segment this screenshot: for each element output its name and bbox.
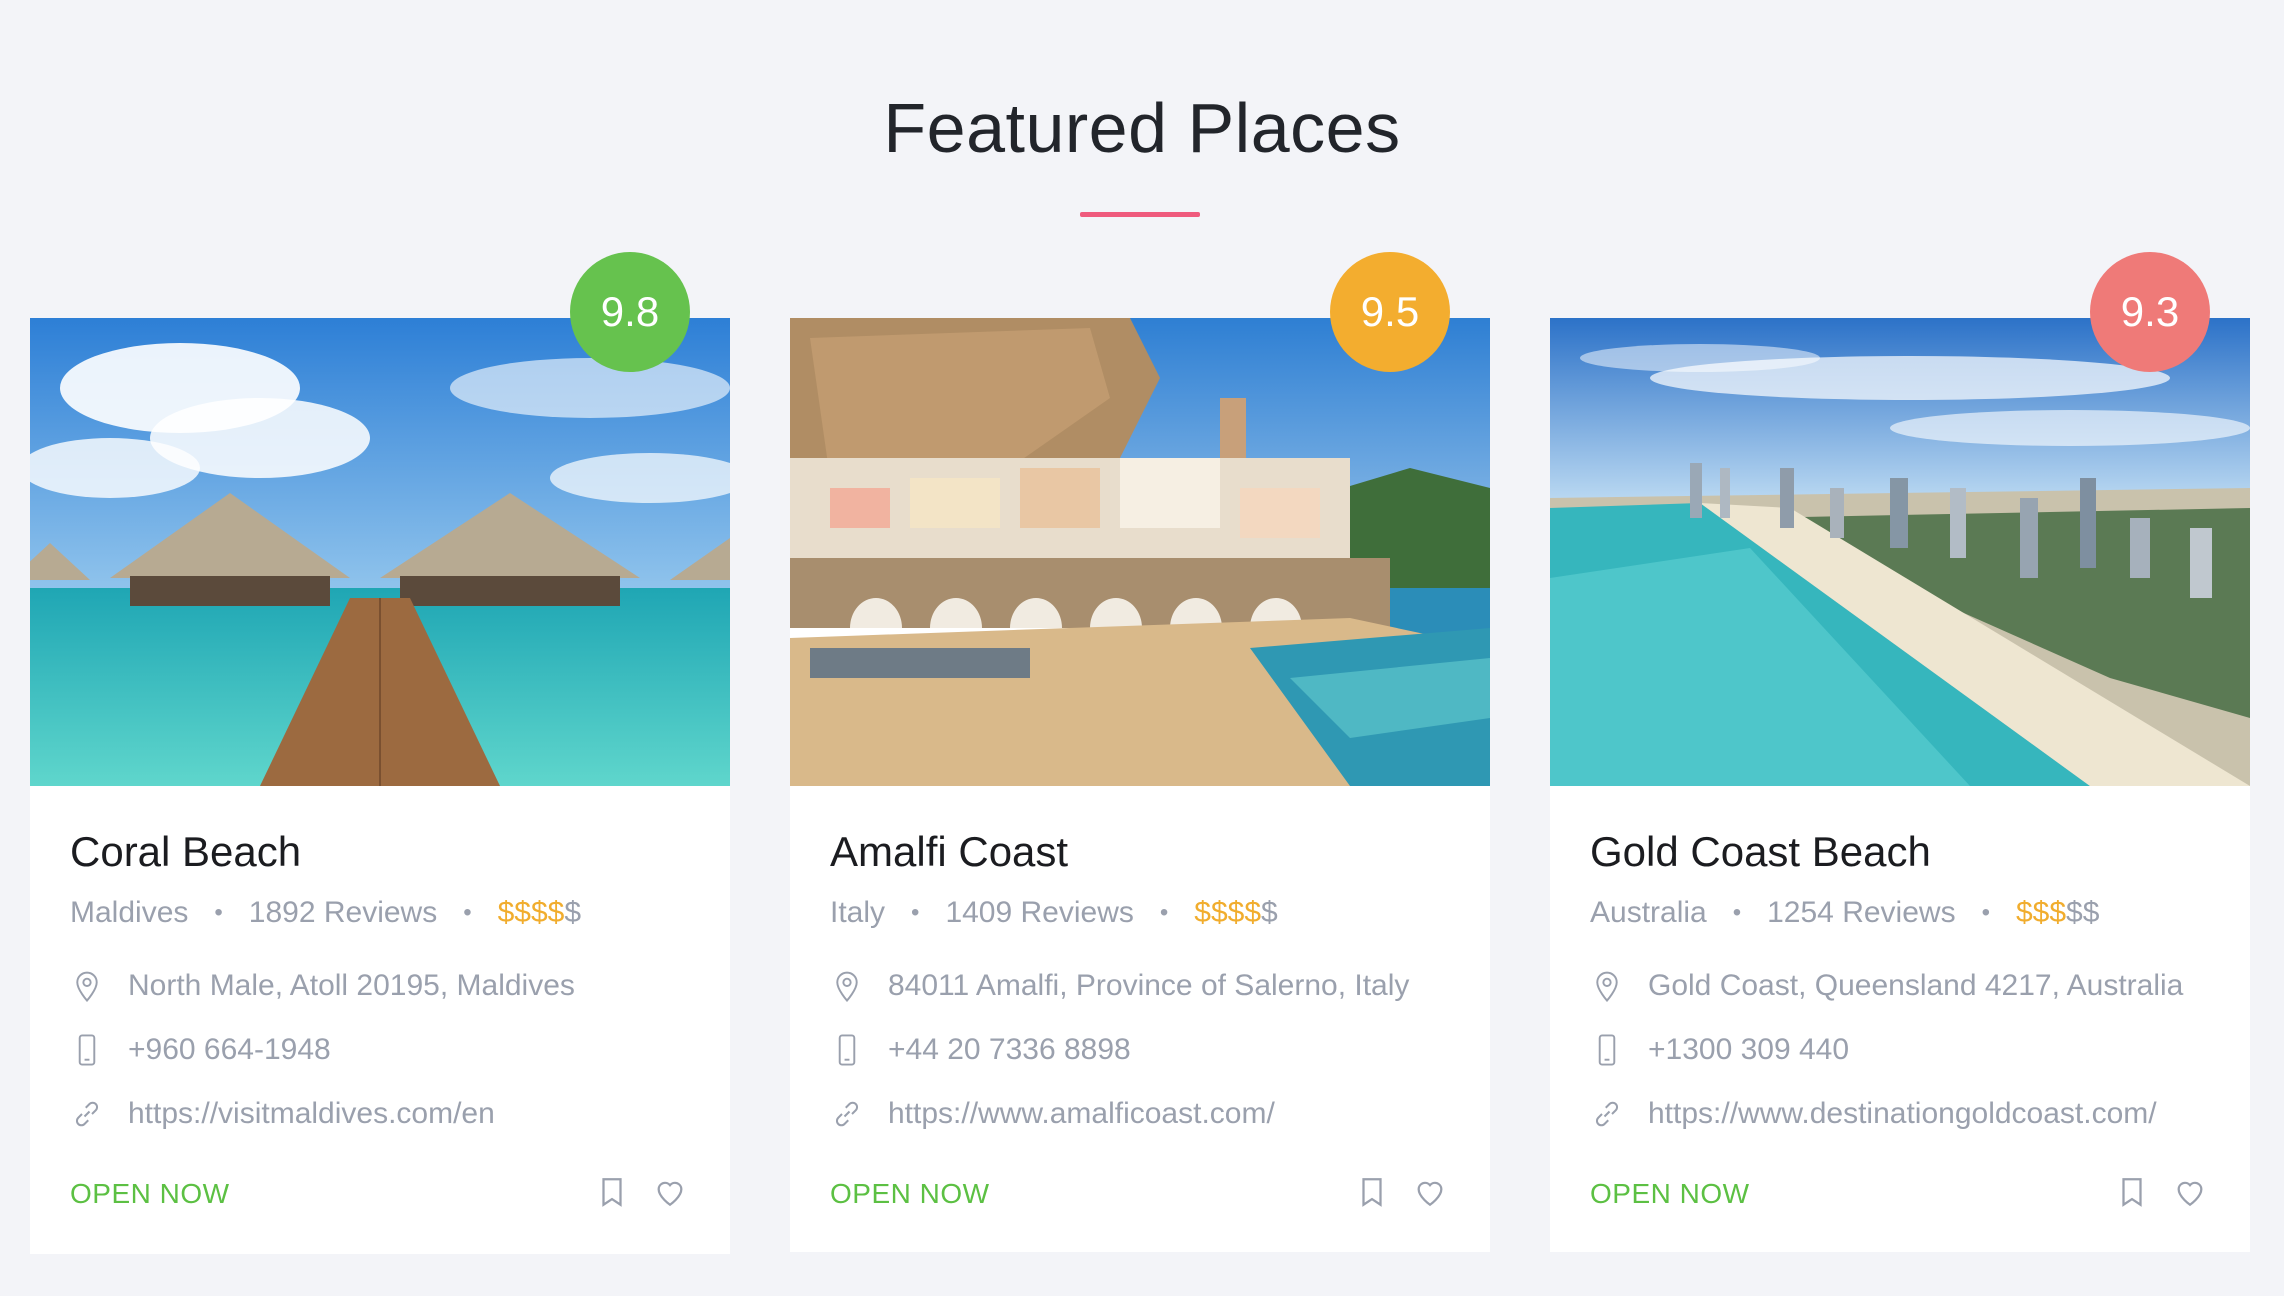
phone-row: +960 664-1948 — [70, 1032, 331, 1068]
meta-separator: • — [1981, 899, 1990, 926]
card-body: Gold Coast Beach Australia • 1254 Review… — [1590, 786, 2210, 1252]
place-name[interactable]: Amalfi Coast — [830, 828, 1068, 876]
place-reviews[interactable]: 1254 Reviews — [1767, 896, 1955, 930]
favorite-button[interactable] — [2170, 1172, 2210, 1212]
place-country: Italy — [830, 896, 886, 929]
beach-overwater-bungalows-image — [30, 318, 730, 786]
price-active: $$$$ — [497, 896, 565, 929]
meta-separator: • — [1732, 899, 1742, 926]
open-status: OPEN NOW — [70, 1178, 230, 1209]
phone-row: +1300 309 440 — [1590, 1032, 1849, 1068]
place-address: Gold Coast, Queensland 4217, Australia — [1648, 969, 2184, 1002]
price-inactive: $ — [564, 896, 582, 929]
favorite-button[interactable] — [1410, 1172, 1450, 1212]
address-row: North Male, Atoll 20195, Maldives — [70, 968, 575, 1004]
phone-icon — [1590, 1032, 1624, 1068]
card-body: Coral Beach Maldives • 1892 Reviews • $$… — [70, 786, 690, 1254]
place-card-gold-coast-beach[interactable]: 9.3 Gold Coast Beach Australia • 1254 Re… — [1550, 252, 2250, 1252]
place-address: North Male, Atoll 20195, Maldives — [128, 969, 575, 1002]
bookmark-button[interactable] — [1352, 1172, 1392, 1212]
price-active: $$$ — [2015, 896, 2067, 929]
place-image-amalfi-coast[interactable] — [790, 318, 1490, 786]
title-underline — [1080, 212, 1200, 217]
meta-separator: • — [214, 899, 223, 926]
bookmark-icon — [602, 1178, 622, 1207]
meta-separator: • — [1159, 899, 1169, 926]
place-meta: Australia • 1254 Reviews • $$$$$ — [1590, 896, 2099, 930]
bookmark-icon — [2122, 1178, 2142, 1207]
place-reviews[interactable]: 1409 Reviews — [945, 896, 1133, 930]
place-phone[interactable]: +960 664-1948 — [128, 1033, 331, 1067]
place-image-gold-coast-beach[interactable] — [1550, 318, 2250, 786]
place-meta: Maldives • 1892 Reviews • $$$$$ — [70, 896, 581, 930]
website-row: https://visitmaldives.com/en — [70, 1096, 495, 1132]
link-icon — [830, 1096, 864, 1132]
link-icon — [1590, 1096, 1624, 1132]
price-level: $$$$$ — [2016, 896, 2099, 930]
open-status: OPEN NOW — [830, 1178, 990, 1209]
price-level: $$$$$ — [1194, 896, 1277, 930]
rating-badge: 9.8 — [570, 252, 690, 372]
bookmark-icon — [1362, 1178, 1382, 1207]
card-actions — [2094, 1172, 2210, 1212]
place-name[interactable]: Gold Coast Beach — [1590, 828, 1931, 876]
price-active: $$$$ — [1194, 896, 1262, 929]
map-pin-icon — [830, 968, 864, 1004]
heart-icon — [657, 1181, 683, 1207]
link-icon — [70, 1096, 104, 1132]
bookmark-button[interactable] — [2112, 1172, 2152, 1212]
rating-badge: 9.5 — [1330, 252, 1450, 372]
heart-icon — [1417, 1181, 1443, 1207]
card-actions — [574, 1172, 690, 1212]
bookmark-button[interactable] — [592, 1172, 632, 1212]
website-row: https://www.amalficoast.com/ — [830, 1096, 1275, 1132]
map-pin-icon — [1590, 968, 1624, 1004]
featured-places-page: Featured Places 9.8 Coral Beach Maldives… — [0, 0, 2284, 1296]
heart-icon — [2177, 1181, 2203, 1207]
phone-icon — [830, 1032, 864, 1068]
address-row: Gold Coast, Queensland 4217, Australia — [1590, 968, 2183, 1004]
place-website-link[interactable]: https://visitmaldives.com/en — [128, 1097, 495, 1131]
place-reviews[interactable]: 1892 Reviews — [249, 896, 437, 930]
map-pin-icon — [70, 968, 104, 1004]
place-website-link[interactable]: https://www.amalficoast.com/ — [888, 1097, 1275, 1131]
open-status: OPEN NOW — [1590, 1178, 1750, 1209]
city-beach-aerial-image — [1550, 318, 2250, 786]
section-title: Featured Places — [883, 89, 1401, 167]
card-actions — [1334, 1172, 1450, 1212]
price-inactive: $ — [1261, 896, 1278, 929]
place-card-amalfi-coast[interactable]: 9.5 Amalfi Coast Italy • 1409 Reviews • … — [790, 252, 1490, 1252]
website-row: https://www.destinationgoldcoast.com/ — [1590, 1096, 2157, 1132]
meta-separator: • — [463, 899, 472, 926]
card-body: Amalfi Coast Italy • 1409 Reviews • $$$$… — [830, 786, 1450, 1252]
place-phone[interactable]: +1300 309 440 — [1648, 1033, 1849, 1067]
place-website-link[interactable]: https://www.destinationgoldcoast.com/ — [1648, 1097, 2157, 1131]
place-phone[interactable]: +44 20 7336 8898 — [888, 1033, 1131, 1067]
price-inactive: $$ — [2066, 896, 2100, 929]
phone-icon — [70, 1032, 104, 1068]
place-country: Maldives — [70, 896, 189, 929]
phone-row: +44 20 7336 8898 — [830, 1032, 1131, 1068]
place-meta: Italy • 1409 Reviews • $$$$$ — [830, 896, 1278, 930]
favorite-button[interactable] — [650, 1172, 690, 1212]
address-row: 84011 Amalfi, Province of Salerno, Italy — [830, 968, 1409, 1004]
price-level: $$$$$ — [498, 896, 581, 930]
place-address: 84011 Amalfi, Province of Salerno, Italy — [888, 969, 1410, 1002]
place-name[interactable]: Coral Beach — [70, 828, 301, 876]
place-card-coral-beach[interactable]: 9.8 Coral Beach Maldives • 1892 Reviews … — [30, 252, 730, 1254]
place-country: Australia — [1590, 896, 1707, 929]
rating-badge: 9.3 — [2090, 252, 2210, 372]
meta-separator: • — [911, 899, 920, 926]
place-image-coral-beach[interactable] — [30, 318, 730, 786]
coastal-town-image — [790, 318, 1490, 786]
